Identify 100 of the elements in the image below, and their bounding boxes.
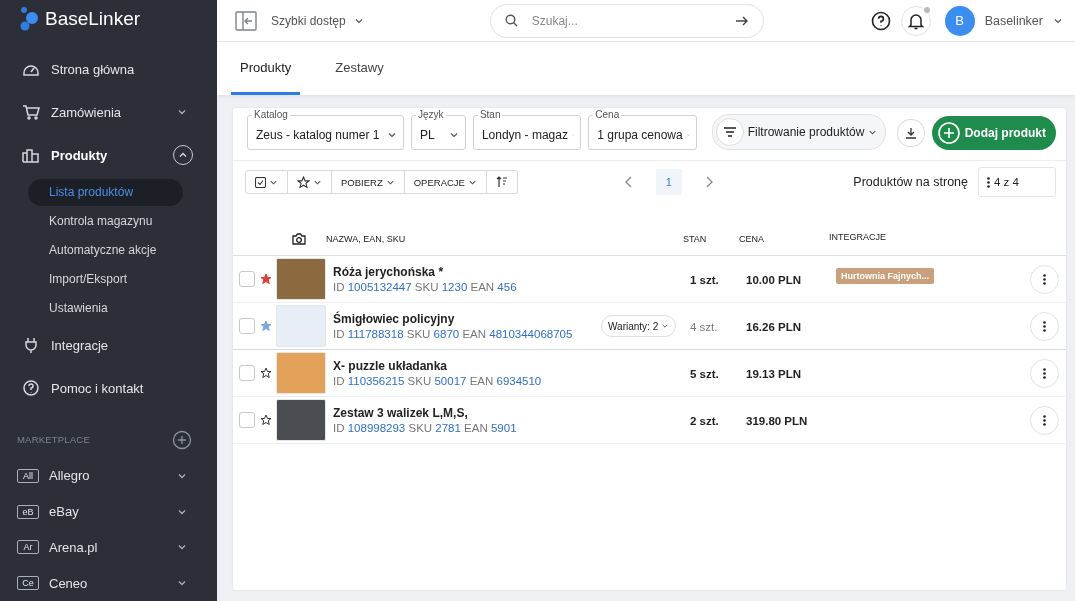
price-cell: 16.26 PLN (746, 321, 801, 333)
product-codes: ID 111788318 SKU 6870 EAN 4810344068705 (333, 328, 573, 340)
price-cell: 319.80 PLN (746, 415, 808, 427)
integration-tag: Hurtownia Fajnych... (836, 268, 934, 284)
marketplace-badge: eB (17, 504, 39, 519)
arrow-right-icon[interactable] (734, 14, 749, 27)
nav-item[interactable]: Strona główna (0, 47, 217, 91)
photo-placeholder (276, 258, 326, 300)
filter-select[interactable]: Stan Londyn - magaz (472, 110, 582, 150)
sort-icon (495, 176, 508, 188)
nav-label: Integracje (51, 337, 110, 353)
marketplace-badge: All (17, 468, 39, 483)
kebab-icon (1043, 367, 1046, 379)
marketplace-label: Ceneo (49, 575, 89, 591)
star-icon (297, 175, 310, 189)
product-name[interactable]: Zestaw 3 walizek L,M,S, (333, 406, 468, 420)
nav-item[interactable]: Pomoc i kontakt (0, 366, 217, 410)
product-name[interactable]: Śmigłowiec policyjny (333, 312, 455, 326)
filter-products-button[interactable]: Filtrowanie produktów (711, 114, 887, 150)
product-codes: ID 1005132447 SKU 1230 EAN 456 (333, 281, 517, 293)
product-name[interactable]: X- puzzle układanka (333, 359, 448, 373)
section-title: MARKETPLACE (17, 434, 90, 446)
bell-icon (906, 11, 925, 30)
kebab-icon (1043, 273, 1046, 285)
stock-cell: 5 szt. (690, 368, 719, 380)
column-header: NAZWA, EAN, SKU (326, 234, 407, 244)
nav-label: Pomoc i kontakt (51, 380, 145, 396)
per-page-select[interactable]: 4 z 4 (978, 167, 1056, 197)
cart-icon (22, 104, 40, 121)
marketplace-badge: Ar (17, 540, 39, 555)
filter-products-label: Filtrowanie produktów (747, 125, 865, 139)
marketplace-item[interactable]: Ar Arena.pl (0, 529, 217, 566)
help-icon[interactable] (870, 10, 891, 31)
kebab-icon (1043, 414, 1046, 426)
select-dropdown-button[interactable] (245, 170, 288, 194)
nav-label: Produkty (51, 147, 109, 163)
photo-placeholder (276, 399, 326, 441)
download-dropdown-button[interactable]: POBIERZ (332, 170, 405, 194)
product-codes: ID 108998293 SKU 2781 EAN 5901 (333, 422, 517, 434)
product-name[interactable]: Róża jerychońska * (333, 265, 444, 279)
column-header: CENA (739, 234, 765, 244)
tab[interactable]: Produkty (231, 42, 301, 95)
star-icon[interactable] (260, 273, 272, 285)
download-label: POBIERZ (341, 176, 383, 188)
operations-dropdown-button[interactable]: OPERACJE (404, 170, 487, 194)
add-product-button[interactable]: Dodaj produkt (931, 116, 1056, 150)
filter-select[interactable]: Cena 1 grupa cenowa (588, 110, 697, 150)
search-icon (504, 14, 518, 27)
star-icon[interactable] (260, 414, 272, 426)
marketplace-item[interactable]: Ce Ceneo (0, 565, 217, 601)
nav-item[interactable]: Integracje (0, 323, 217, 367)
nav-label: Zamówienia (51, 104, 123, 120)
submenu-item[interactable]: Lista produktów (28, 178, 183, 206)
submenu-item[interactable]: Automatyczne akcje (28, 236, 183, 264)
download-icon (905, 127, 918, 139)
filter-select[interactable]: Katalog Zeus - katalog numer 1 (247, 110, 404, 150)
submenu-item[interactable]: Kontrola magazynu (28, 207, 183, 235)
filter-select[interactable]: Język PL (411, 110, 466, 150)
row-checkbox[interactable] (239, 365, 255, 381)
per-page-value: 4 z 4 (994, 176, 1019, 188)
per-page-label: Produktów na stronę (853, 175, 968, 189)
price-cell: 19.13 PLN (746, 368, 801, 380)
nav-item[interactable]: Zamówienia (0, 90, 217, 134)
row-checkbox[interactable] (239, 412, 255, 428)
column-header: STAN (683, 234, 708, 244)
row-checkbox[interactable] (239, 318, 255, 334)
plug-icon (22, 337, 40, 354)
next-page-icon[interactable] (704, 176, 713, 188)
nav-item[interactable]: Produkty (0, 133, 217, 177)
star-icon[interactable] (260, 320, 272, 332)
logo-icon (19, 6, 39, 31)
camera-icon (292, 233, 306, 245)
plus-icon (937, 122, 960, 144)
marketplace-label: Arena.pl (49, 539, 99, 555)
sort-button[interactable] (486, 170, 518, 194)
marketplace-item[interactable]: eB eBay (0, 493, 217, 530)
stock-cell: 1 szt. (690, 274, 719, 286)
search-field[interactable]: Szukaj... (529, 12, 723, 29)
add-icon[interactable] (172, 429, 192, 450)
marketplace-label: Allegro (49, 468, 91, 484)
previous-page-icon[interactable] (624, 176, 633, 188)
page-number[interactable]: 1 (655, 169, 682, 195)
sidebar-toggle-icon[interactable] (235, 10, 257, 31)
star-icon[interactable] (260, 367, 272, 379)
quick-access-menu[interactable]: Szybki dostęp (271, 13, 346, 28)
variants-button[interactable]: Warianty: 2 (601, 315, 677, 337)
marketplace-item[interactable]: All Allegro (0, 457, 217, 494)
submenu-item[interactable]: Ustawienia (28, 294, 183, 322)
price-cell: 10.00 PLN (746, 274, 801, 286)
marketplace-badge: Ce (17, 576, 39, 591)
column-header: INTEGRACJE (829, 231, 887, 242)
download-button[interactable] (897, 119, 925, 147)
submenu-item[interactable]: Import/Eksport (28, 265, 183, 293)
tab[interactable]: Zestawy (326, 42, 393, 95)
row-checkbox[interactable] (239, 271, 255, 287)
favorite-dropdown-button[interactable] (288, 170, 332, 194)
checkbox-icon (255, 176, 266, 188)
photo-placeholder (276, 352, 326, 394)
brand-name: BaseLinker (45, 7, 141, 30)
user-name[interactable]: Baselinker (984, 13, 1043, 28)
